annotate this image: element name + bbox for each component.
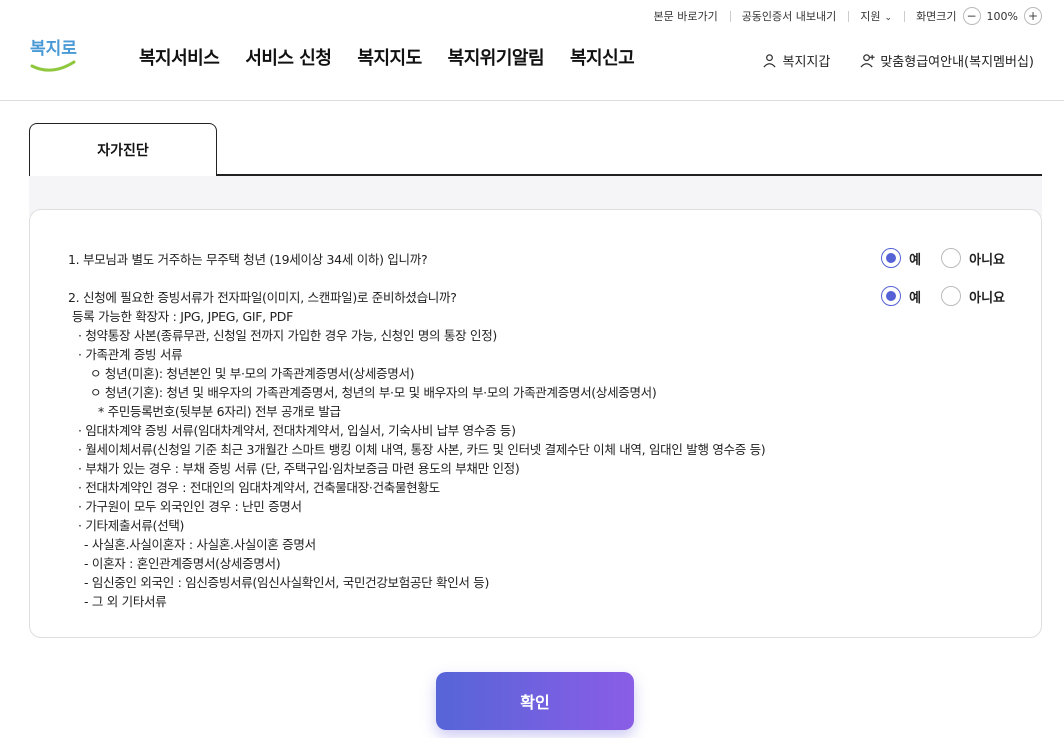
question-1: 1. 부모님과 별도 거주하는 무주택 청년 (19세이상 34세 이하) 입니… bbox=[68, 250, 428, 269]
tab-self-diagnosis[interactable]: 자가진단 bbox=[29, 123, 217, 176]
question-2-line: · 가족관계 증빙 서류 bbox=[78, 347, 183, 362]
question-2-line: ㅇ 청년(기혼): 청년 및 배우자의 가족관계증명서, 청년의 부·모 및 배… bbox=[90, 385, 657, 400]
question-1-options: 예 아니요 bbox=[881, 248, 1005, 268]
question-2-line: - 사실혼.사실이혼자 : 사실혼.사실이혼 증명서 bbox=[84, 537, 316, 552]
question-2-line: · 월세이체서류(신청일 기준 최근 3개월간 스마트 뱅킹 이체 내역, 통장… bbox=[78, 442, 766, 457]
zoom-in-button[interactable]: + bbox=[1024, 7, 1042, 25]
question-2: 2. 신청에 필요한 증빙서류가 전자파일(이미지, 스캔파일)로 준비하셨습니… bbox=[68, 288, 766, 611]
nav-welfare-map[interactable]: 복지지도 bbox=[357, 44, 422, 70]
question-2-line: 등록 가능한 확장자 : JPG, JPEG, GIF, PDF bbox=[72, 309, 293, 324]
user-plus-icon bbox=[860, 54, 875, 68]
question-2-line: - 이혼자 : 혼인관계증명서(상세증명서) bbox=[84, 556, 281, 571]
welfare-wallet-label: 복지지갑 bbox=[782, 55, 831, 70]
question-2-line: · 가구원이 모두 외국인인 경우 : 난민 증명서 bbox=[78, 499, 302, 514]
question-2-options: 예 아니요 bbox=[881, 286, 1005, 306]
bokjiro-logo-icon: 복지로 bbox=[30, 39, 77, 72]
question-2-line: * 주민등록번호(뒷부분 6자리) 전부 공개로 발급 bbox=[98, 404, 341, 419]
zoom-out-button[interactable]: − bbox=[962, 7, 981, 25]
question-2-line: - 임신중인 외국인 : 임신증빙서류(임신사실확인서, 국민건강보험공단 확인… bbox=[84, 575, 490, 590]
self-diagnosis-panel: 1. 부모님과 별도 거주하는 무주택 청년 (19세이상 34세 이하) 입니… bbox=[29, 209, 1042, 638]
welfare-wallet-link[interactable]: 복지지갑 bbox=[762, 51, 830, 70]
header-divider bbox=[0, 100, 1064, 101]
logo-text: 복지로 bbox=[30, 39, 77, 59]
question-2-yes-label: 예 bbox=[909, 290, 922, 306]
nav-welfare-crisis-alert[interactable]: 복지위기알림 bbox=[448, 44, 545, 70]
radio-checked-icon bbox=[881, 248, 902, 268]
nav-service-apply[interactable]: 서비스 신청 bbox=[245, 44, 332, 70]
support-label: 지원 bbox=[860, 10, 881, 23]
main-navigation: 복지서비스 서비스 신청 복지지도 복지위기알림 복지신고 bbox=[139, 44, 635, 70]
zoom-value: 100% bbox=[986, 9, 1018, 23]
question-2-line: ㅇ 청년(미혼): 청년본인 및 부·모의 가족관계증명서(상세증명서) bbox=[90, 366, 415, 381]
site-logo[interactable]: 복지로 bbox=[28, 32, 80, 78]
support-menu[interactable]: 지원 ⌄ bbox=[848, 8, 904, 24]
user-icon bbox=[763, 54, 777, 68]
question-2-yes-radio[interactable]: 예 bbox=[881, 286, 921, 306]
minus-icon: − bbox=[966, 9, 977, 23]
question-2-line: · 전대차계약인 경우 : 전대인의 임대차계약서, 건축물대장·건축물현황도 bbox=[78, 480, 440, 495]
plus-icon: + bbox=[1027, 9, 1039, 23]
zoom-control: 화면크기 − 100% + bbox=[904, 7, 1042, 25]
question-2-line: - 그 외 기타서류 bbox=[84, 594, 167, 609]
question-2-no-label: 아니요 bbox=[969, 290, 1005, 306]
radio-checked-icon bbox=[881, 286, 902, 306]
confirm-button[interactable]: 확인 bbox=[436, 672, 634, 730]
question-2-no-radio[interactable]: 아니요 bbox=[941, 286, 1005, 306]
cert-export-link[interactable]: 공동인증서 내보내기 bbox=[729, 8, 849, 24]
chevron-down-icon: ⌄ bbox=[884, 13, 893, 23]
question-1-no-label: 아니요 bbox=[969, 252, 1005, 268]
header-user-links: 복지지갑 맞춤형급여안내(복지멤버십) bbox=[762, 51, 1034, 70]
question-1-text: 1. 부모님과 별도 거주하는 무주택 청년 (19세이상 34세 이하) 입니… bbox=[68, 252, 428, 267]
skip-to-content-link[interactable]: 본문 바로가기 bbox=[641, 8, 729, 24]
zoom-label: 화면크기 bbox=[916, 10, 957, 23]
membership-label: 맞춤형급여안내(복지멤버십) bbox=[880, 55, 1034, 70]
tab-bar: 자가진단 bbox=[29, 123, 1042, 176]
membership-link[interactable]: 맞춤형급여안내(복지멤버십) bbox=[860, 51, 1034, 70]
question-2-line: · 부채가 있는 경우 : 부채 증빙 서류 (단, 주택구입·임차보증금 마련… bbox=[78, 461, 520, 476]
nav-welfare-services[interactable]: 복지서비스 bbox=[139, 44, 220, 70]
radio-unchecked-icon bbox=[941, 286, 962, 306]
question-2-line: · 임대차계약 증빙 서류(임대차계약서, 전대차계약서, 입실서, 기숙사비 … bbox=[78, 423, 516, 438]
question-2-line: · 기타제출서류(선택) bbox=[78, 518, 185, 533]
question-1-no-radio[interactable]: 아니요 bbox=[941, 248, 1005, 268]
utility-bar: 본문 바로가기 공동인증서 내보내기 지원 ⌄ 화면크기 − 100% + bbox=[641, 6, 1042, 26]
question-2-text: 2. 신청에 필요한 증빙서류가 전자파일(이미지, 스캔파일)로 준비하셨습니… bbox=[68, 290, 457, 305]
radio-unchecked-icon bbox=[941, 248, 962, 268]
nav-welfare-report[interactable]: 복지신고 bbox=[570, 44, 635, 70]
question-1-yes-radio[interactable]: 예 bbox=[881, 248, 921, 268]
question-1-yes-label: 예 bbox=[909, 252, 922, 268]
question-2-line: · 청약통장 사본(종류무관, 신청일 전까지 가입한 경우 가능, 신청인 명… bbox=[78, 328, 497, 343]
